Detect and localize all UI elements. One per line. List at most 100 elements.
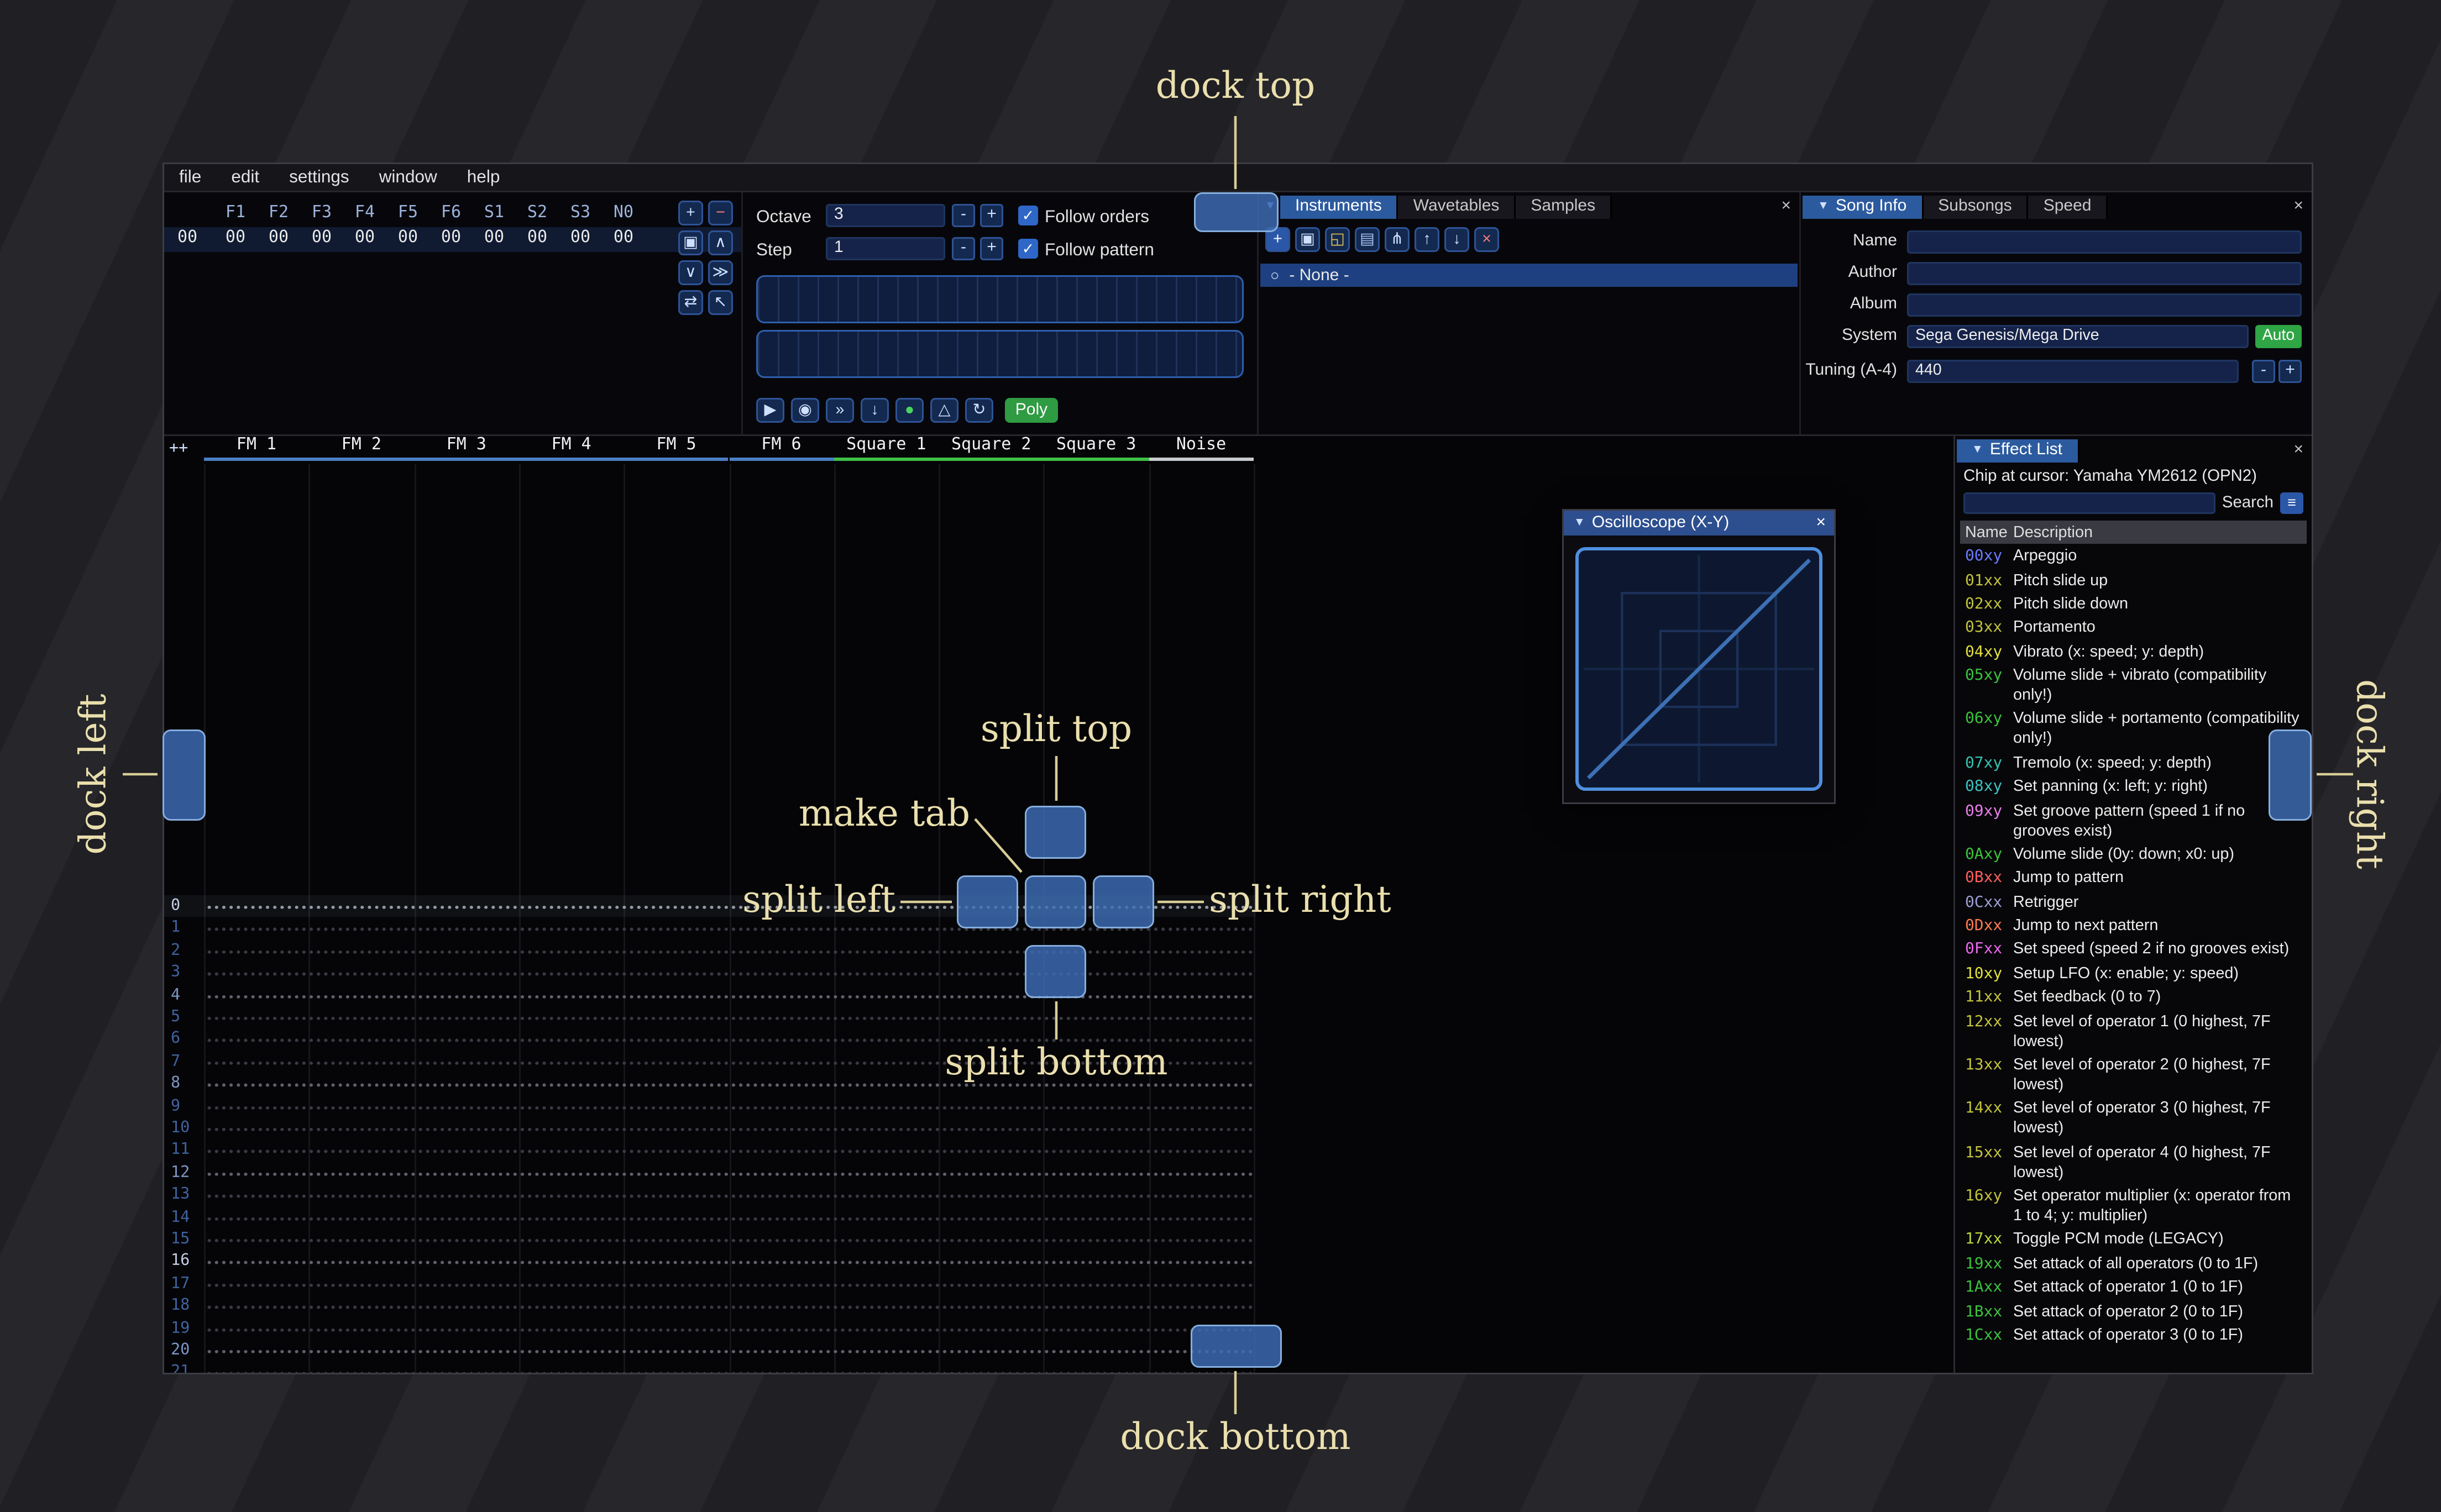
pattern-row[interactable]: 19 — [164, 1317, 1255, 1340]
poly-button[interactable]: Poly — [1005, 398, 1058, 423]
pattern-row[interactable]: 1 — [164, 917, 1255, 940]
order-cell[interactable]: 00 — [473, 229, 516, 247]
order-pointer-button[interactable]: ↖ — [708, 290, 733, 315]
order-cell[interactable]: 00 — [214, 229, 257, 247]
remove-order-button[interactable]: − — [708, 201, 733, 225]
order-cell[interactable]: 00 — [602, 229, 645, 247]
pattern-row[interactable]: 12 — [164, 1162, 1255, 1184]
step-row-button[interactable]: ↓ — [861, 398, 889, 423]
tab-subsongs[interactable]: Subsongs — [1923, 196, 2029, 219]
delete-instrument-button[interactable]: × — [1474, 227, 1499, 252]
open-instrument-button[interactable]: ◱ — [1325, 227, 1350, 252]
menu-settings[interactable]: settings — [274, 167, 364, 187]
order-cell[interactable]: 00 — [300, 229, 343, 247]
pattern-row[interactable]: 2 — [164, 939, 1255, 962]
menu-window[interactable]: window — [364, 167, 452, 187]
tab-instruments[interactable]: Instruments — [1280, 196, 1398, 219]
menu-edit[interactable]: edit — [216, 167, 274, 187]
collapse-icon[interactable]: ▼ — [1972, 444, 1983, 456]
tab-wavetables[interactable]: Wavetables — [1398, 196, 1516, 219]
split-target-left[interactable] — [957, 875, 1018, 928]
order-cell[interactable]: 00 — [559, 229, 602, 247]
author-input[interactable] — [1907, 262, 2302, 285]
tab-samples[interactable]: Samples — [1516, 196, 1612, 219]
channel-header-fm-2[interactable]: FM 2 — [308, 436, 414, 461]
pattern-row[interactable]: 18 — [164, 1295, 1255, 1317]
menu-help[interactable]: help — [452, 167, 515, 187]
channel-header-square-3[interactable]: Square 3 — [1044, 436, 1149, 461]
duplicate-order-end-button[interactable]: ≫ — [708, 260, 733, 285]
step-decrease-button[interactable]: - — [952, 237, 975, 260]
split-target-right[interactable] — [1093, 875, 1154, 928]
effect-search-input[interactable] — [1963, 492, 2215, 514]
split-target-bottom[interactable] — [1025, 945, 1086, 998]
play-pattern-button[interactable]: ◉ — [791, 398, 819, 423]
play-button[interactable]: ▶ — [756, 398, 784, 423]
split-target-top[interactable] — [1025, 806, 1086, 859]
duplicate-instrument-button[interactable]: ▣ — [1295, 227, 1320, 252]
auto-detect-button[interactable]: Auto — [2255, 325, 2302, 348]
pattern-row[interactable]: 14 — [164, 1206, 1255, 1229]
channel-header-noise[interactable]: Noise — [1149, 436, 1254, 461]
follow-orders-checkbox[interactable]: ✓ — [1018, 206, 1038, 225]
edit-record-button[interactable]: ● — [895, 398, 924, 423]
tab-song-info[interactable]: ▼ Song Info — [1803, 196, 1924, 219]
move-instrument-down-button[interactable]: ↓ — [1444, 227, 1469, 252]
pattern-row[interactable]: 11 — [164, 1140, 1255, 1162]
step-increase-button[interactable]: + — [980, 237, 1003, 260]
instrument-list-item[interactable]: ○ - None - — [1260, 264, 1798, 287]
duplicate-order-button[interactable]: ▣ — [678, 230, 703, 255]
channel-header-fm-6[interactable]: FM 6 — [729, 436, 834, 461]
save-instrument-button[interactable]: ▤ — [1355, 227, 1380, 252]
tuning-decrease-button[interactable]: - — [2252, 360, 2275, 383]
move-order-up-button[interactable]: ∧ — [708, 230, 733, 255]
pattern-row[interactable]: 16 — [164, 1251, 1255, 1273]
effect-list-close-icon[interactable]: × — [2293, 439, 2303, 463]
oscilloscope-titlebar[interactable]: ▼ Oscilloscope (X-Y) × — [1564, 511, 1834, 536]
oscilloscope-close-icon[interactable]: × — [1816, 511, 1826, 536]
channel-header-square-2[interactable]: Square 2 — [939, 436, 1044, 461]
tuning-increase-button[interactable]: + — [2278, 360, 2302, 383]
search-menu-button[interactable]: ≡ — [2280, 492, 2303, 514]
dock-target-left[interactable] — [163, 729, 206, 821]
collapse-icon[interactable]: ▼ — [1574, 517, 1585, 529]
channel-header-square-1[interactable]: Square 1 — [834, 436, 939, 461]
pattern-row[interactable]: 5 — [164, 1006, 1255, 1029]
order-cell[interactable]: 00 — [429, 229, 473, 247]
dock-target-bottom[interactable] — [1191, 1325, 1282, 1368]
pattern-row[interactable]: 4 — [164, 984, 1255, 1006]
order-cell[interactable]: 00 — [516, 229, 559, 247]
piano-octave-row[interactable] — [756, 275, 1244, 323]
pattern-row[interactable]: 13 — [164, 1184, 1255, 1206]
pattern-row[interactable]: 3 — [164, 962, 1255, 984]
pattern-row[interactable]: 9 — [164, 1095, 1255, 1117]
tuning-a-4-input[interactable]: 440 — [1907, 360, 2239, 383]
channel-header-fm-4[interactable]: FM 4 — [518, 436, 624, 461]
metronome-button[interactable]: △ — [930, 398, 958, 423]
instrument-folders-button[interactable]: ⋔ — [1385, 227, 1410, 252]
song-info-close-icon[interactable]: × — [2293, 196, 2303, 219]
move-order-down-button[interactable]: ∨ — [678, 260, 703, 285]
pattern-row[interactable]: 21 — [164, 1362, 1255, 1373]
order-cell[interactable]: 00 — [257, 229, 300, 247]
dock-target-top[interactable] — [1194, 192, 1279, 232]
pattern-row[interactable]: 0 — [164, 895, 1255, 918]
collapse-icon[interactable]: ▼ — [1817, 201, 1829, 212]
order-cell[interactable]: 00 — [386, 229, 429, 247]
octave-input[interactable]: 3 — [826, 204, 945, 227]
tab-effect-list[interactable]: ▼ Effect List — [1957, 439, 2079, 463]
move-instrument-up-button[interactable]: ↑ — [1415, 227, 1439, 252]
repeat-pattern-button[interactable]: ↻ — [965, 398, 993, 423]
dock-target-right[interactable] — [2269, 729, 2312, 821]
system-input[interactable]: Sega Genesis/Mega Drive — [1907, 325, 2249, 348]
pattern-row[interactable]: 10 — [164, 1117, 1255, 1140]
pattern-row[interactable]: 15 — [164, 1229, 1255, 1251]
order-cell[interactable]: 00 — [343, 229, 386, 247]
octave-increase-button[interactable]: + — [980, 204, 1003, 227]
piano-keyboard[interactable] — [756, 275, 1244, 385]
step-input[interactable]: 1 — [826, 237, 945, 260]
piano-octave-row[interactable] — [756, 330, 1244, 378]
order-change-mode-button[interactable]: ⇄ — [678, 290, 703, 315]
instruments-close-icon[interactable]: × — [1781, 196, 1791, 219]
play-once-button[interactable]: » — [826, 398, 854, 423]
